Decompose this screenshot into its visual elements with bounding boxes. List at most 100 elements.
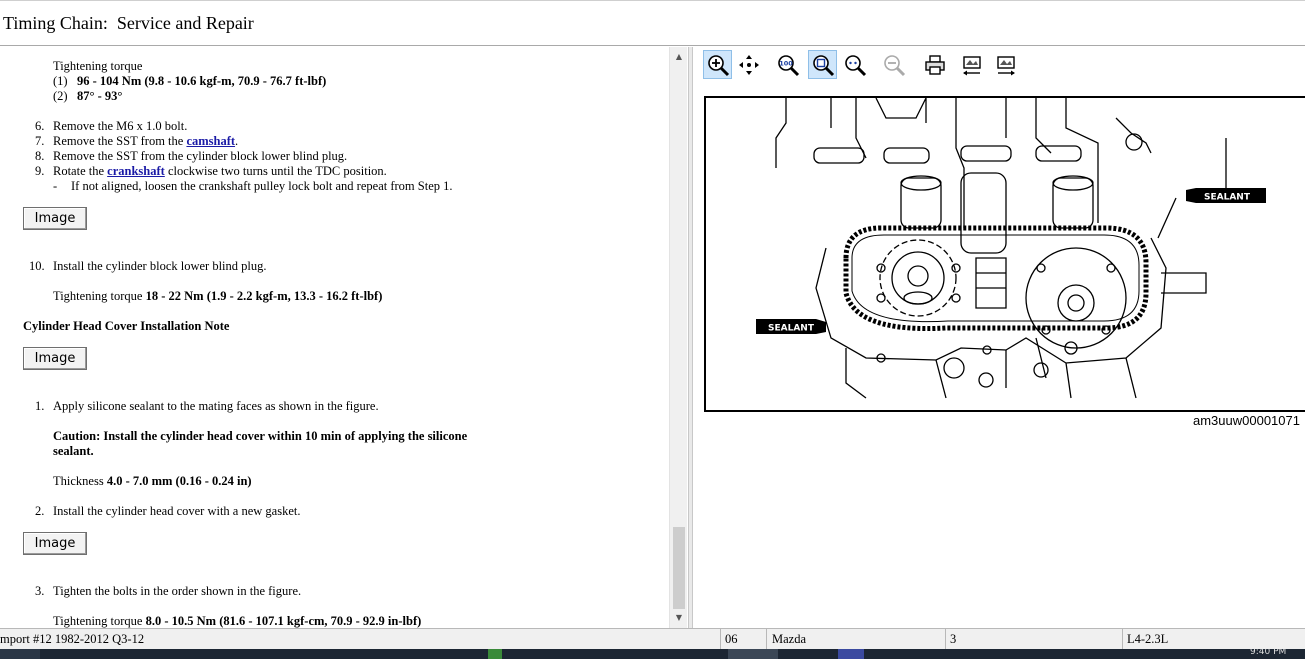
- status-bar: mport #12 1982-2012 Q3-12 06 Mazda 3 L4-…: [0, 628, 1305, 650]
- sub-bullet: - If not aligned, loosen the crankshaft p…: [53, 179, 453, 194]
- sealant-label-right: SEALANT: [1204, 193, 1251, 203]
- svg-text:100: 100: [779, 59, 793, 67]
- step-text: Remove the M6 x 1.0 bolt.: [53, 119, 188, 133]
- text-pane: Tightening torque (1) 96 - 104 Nm (9.8 - …: [0, 47, 688, 628]
- image-viewer: 100 SEALANT SEALANT am3uuw00001071: [693, 47, 1305, 628]
- torque-label: Tightening torque: [53, 289, 146, 303]
- next-image-button[interactable]: [991, 50, 1020, 79]
- status-year: 06: [725, 632, 738, 646]
- torque-item-2: (2) 87° - 93°: [53, 89, 122, 104]
- bullet-dash: -: [53, 179, 58, 193]
- image-button-3[interactable]: Image: [23, 532, 87, 555]
- step-text: Install the cylinder head cover with a n…: [53, 504, 301, 518]
- previous-image-icon: [962, 55, 981, 75]
- status-separator: [1122, 629, 1123, 650]
- procedure-content: Tightening torque (1) 96 - 104 Nm (9.8 - …: [0, 47, 668, 628]
- zoom-fit-icon: [812, 54, 834, 76]
- section-heading: Cylinder Head Cover Installation Note: [23, 319, 230, 333]
- torque-item-1: (1) 96 - 104 Nm (9.8 - 10.6 kgf-m, 70.9 -…: [53, 74, 326, 89]
- print-button[interactable]: [920, 50, 949, 79]
- title-bar: Timing Chain: Service and Repair: [0, 0, 1305, 46]
- previous-image-button[interactable]: [957, 50, 986, 79]
- sealant-label-left: SEALANT: [768, 324, 815, 334]
- thickness: Thickness 4.0 - 7.0 mm (0.16 - 0.24 in): [53, 474, 252, 489]
- torque-item-number: (1): [53, 74, 68, 88]
- step-3: 3. Tighten the bolts in the order shown i…: [35, 584, 301, 599]
- status-separator: [766, 629, 767, 650]
- crankshaft-link[interactable]: crankshaft: [107, 164, 165, 178]
- status-separator: [720, 629, 721, 650]
- torque-item-value: 87° - 93°: [77, 89, 123, 103]
- zoom-fit-button[interactable]: [808, 50, 837, 79]
- torque-value: 8.0 - 10.5 Nm (81.6 - 107.1 kgf-cm, 70.9…: [145, 614, 422, 628]
- pan-button[interactable]: [734, 50, 763, 79]
- scroll-up-icon[interactable]: ▲: [670, 49, 688, 65]
- pan-icon: [738, 54, 759, 75]
- zoom-100-icon: 100: [777, 54, 799, 76]
- zoom-in-button[interactable]: [703, 50, 732, 79]
- step-number: 8.: [35, 149, 45, 163]
- step-number: 10.: [29, 259, 45, 273]
- step-2: 2. Install the cylinder head cover with a…: [35, 504, 300, 519]
- thickness-label: Thickness: [53, 474, 107, 488]
- step-text: Remove the SST from the: [53, 134, 187, 148]
- zoom-out-disabled-icon: [883, 54, 905, 76]
- thickness-value: 4.0 - 7.0 mm (0.16 - 0.24 in): [106, 474, 252, 488]
- zoom-in-icon: [707, 54, 729, 76]
- camshaft-link[interactable]: camshaft: [186, 134, 235, 148]
- start-button[interactable]: [0, 649, 40, 659]
- step-number: 1.: [35, 399, 45, 413]
- zoom-out-button[interactable]: [840, 50, 869, 79]
- print-icon: [924, 54, 945, 75]
- step-number: 2.: [35, 504, 45, 518]
- torque-step-3: Tightening torque 8.0 - 10.5 Nm (81.6 - …: [53, 614, 421, 628]
- taskbar-clock[interactable]: 9:40 PM: [1250, 649, 1286, 657]
- zoom-out-disabled-button[interactable]: [879, 50, 908, 79]
- document-title: Timing Chain: Service and Repair: [3, 13, 254, 33]
- zoom-out-icon: [844, 54, 866, 76]
- step-9: 9. Rotate the crankshaft clockwise two tu…: [35, 164, 387, 179]
- step-number: 3.: [35, 584, 45, 598]
- step-text-end: .: [235, 134, 239, 148]
- step-text: Remove the SST from the cylinder block l…: [53, 149, 348, 163]
- status-make: Mazda: [772, 632, 807, 646]
- image-button-2[interactable]: Image: [23, 347, 87, 370]
- status-source: mport #12 1982-2012 Q3-12: [0, 632, 145, 646]
- step-text: Tighten the bolts in the order shown in …: [53, 584, 302, 598]
- timing-chain-figure[interactable]: SEALANT SEALANT: [704, 96, 1305, 412]
- engine-diagram: SEALANT SEALANT: [756, 98, 1266, 399]
- step-10: 10. Install the cylinder block lower blin…: [29, 259, 267, 274]
- image-button-1[interactable]: Image: [23, 207, 87, 230]
- step-text: Rotate the: [53, 164, 108, 178]
- status-engine: L4-2.3L: [1127, 632, 1169, 646]
- bullet-text: If not aligned, loosen the crankshaft pu…: [71, 179, 453, 193]
- step-7: 7. Remove the SST from the camshaft.: [35, 134, 238, 149]
- step-text: Install the cylinder block lower blind p…: [53, 259, 267, 273]
- figure-caption: am3uuw00001071: [1193, 413, 1300, 428]
- next-image-icon: [996, 55, 1015, 75]
- status-separator: [945, 629, 946, 650]
- viewer-toolbar: 100: [693, 47, 1305, 83]
- taskbar: 9:40 PM: [0, 649, 1305, 659]
- scroll-thumb[interactable]: [673, 527, 685, 609]
- caution-text: Caution: Install the cylinder head cover…: [53, 429, 468, 443]
- torque-item-number: (2): [53, 89, 68, 103]
- step-text-end: clockwise two turns until the TDC positi…: [164, 164, 387, 178]
- taskbar-app-icon[interactable]: [838, 649, 864, 659]
- torque-value: 18 - 22 Nm (1.9 - 2.2 kgf-m, 13.3 - 16.2…: [145, 289, 383, 303]
- taskbar-app-icon[interactable]: [728, 649, 778, 659]
- torque-step-10: Tightening torque 18 - 22 Nm (1.9 - 2.2 …: [53, 289, 382, 304]
- actual-size-button[interactable]: 100: [773, 50, 802, 79]
- scroll-down-icon[interactable]: ▼: [670, 610, 688, 626]
- step-8: 8. Remove the SST from the cylinder block…: [35, 149, 347, 164]
- vertical-scrollbar[interactable]: ▲ ▼: [669, 47, 687, 628]
- torque-heading: Tightening torque: [53, 59, 143, 73]
- taskbar-app-icon[interactable]: [488, 649, 502, 659]
- status-model: 3: [950, 632, 957, 646]
- torque-item-value: 96 - 104 Nm (9.8 - 10.6 kgf-m, 70.9 - 76…: [77, 74, 327, 88]
- caution-text-cont: sealant.: [53, 444, 94, 458]
- step-number: 6.: [35, 119, 45, 133]
- step-1: 1. Apply silicone sealant to the mating f…: [35, 399, 379, 414]
- step-text: Apply silicone sealant to the mating fac…: [53, 399, 379, 413]
- step-number: 7.: [35, 134, 45, 148]
